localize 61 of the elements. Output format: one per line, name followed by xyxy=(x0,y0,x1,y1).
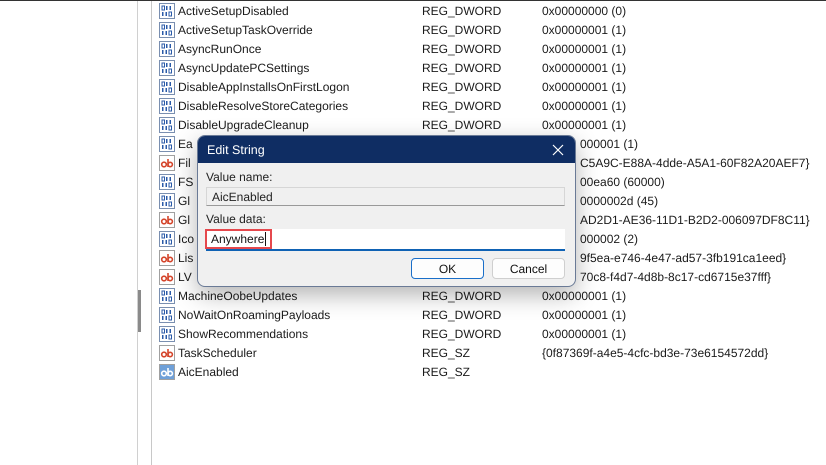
value-data: 70c8-f4d7-4d8b-8c17-cd6715e37fff} xyxy=(580,270,772,284)
value-name[interactable]: DisableAppInstallsOnFirstLogon xyxy=(178,80,350,94)
value-data: 0x00000001 (1) xyxy=(542,98,626,112)
value-data: 0x00000001 (1) xyxy=(542,42,626,56)
value-type: REG_DWORD xyxy=(422,60,502,74)
value-data: 0x00000001 (1) xyxy=(542,118,626,132)
value-data: 0x00000001 (1) xyxy=(542,326,626,340)
value-type: REG_DWORD xyxy=(422,118,502,132)
field-label: Value name: xyxy=(206,170,274,184)
value-type: REG_DWORD xyxy=(422,80,502,94)
value-name[interactable]: AsyncRunOnce xyxy=(178,42,262,56)
value-name[interactable]: AicEnabled xyxy=(178,364,239,378)
value-type: REG_SZ xyxy=(422,346,472,360)
cancel-button[interactable]: Cancel xyxy=(492,258,565,279)
dialog-title: Edit String xyxy=(207,142,265,156)
value-name[interactable]: ActiveSetupDisabled xyxy=(178,4,289,18)
highlight-frame: Anywhere xyxy=(205,229,272,249)
ok-button[interactable]: OK xyxy=(411,258,484,279)
scrollbar-thumb[interactable] xyxy=(138,290,141,332)
value-name[interactable]: Fil xyxy=(178,156,191,170)
value-name[interactable]: MachineOobeUpdates xyxy=(178,288,298,302)
value-type: REG_DWORD xyxy=(422,288,502,302)
value-name[interactable]: DisableResolveStoreCategories xyxy=(178,98,348,112)
value-data: C5A9C-E88A-4dde-A5A1-60F82A20AEF7} xyxy=(580,156,810,170)
value-data: 0000002d (45) xyxy=(580,194,658,208)
value-name[interactable]: Gl xyxy=(178,212,190,226)
value-name[interactable]: Gl xyxy=(178,194,190,208)
value-name[interactable]: AsyncUpdatePCSettings xyxy=(178,60,310,74)
value-data: 0x00000001 (1) xyxy=(542,60,626,74)
value-data: 0x00000001 (1) xyxy=(542,80,626,94)
value-data: AD2D1-AE36-11D1-B2D2-006097DF8C11} xyxy=(580,212,810,226)
value-type: REG_DWORD xyxy=(422,326,502,340)
value-name[interactable]: ActiveSetupTaskOverride xyxy=(178,22,313,36)
value-name[interactable]: FS xyxy=(178,174,194,188)
value-type: REG_DWORD xyxy=(422,22,502,36)
value-name[interactable]: Lis xyxy=(178,250,194,264)
value-data: 000002 (2) xyxy=(580,232,638,246)
value-name[interactable]: Ico xyxy=(178,232,194,246)
value-data-field[interactable]: Anywhere xyxy=(206,229,565,251)
value-name[interactable]: NoWaitOnRoamingPayloads xyxy=(178,308,330,322)
value-data: 00ea60 (60000) xyxy=(580,174,665,188)
value-data: 9f5ea-e746-4e47-ad57-3fb191ca1eed} xyxy=(580,250,786,264)
value-data: 0x00000001 (1) xyxy=(542,308,626,322)
value-name[interactable]: Ea xyxy=(178,136,193,150)
value-type: REG_DWORD xyxy=(422,4,502,18)
value-name-field[interactable]: AicEnabled xyxy=(206,187,565,206)
value-data: 0x00000000 (0) xyxy=(542,4,626,18)
value-data: 0x00000001 (1) xyxy=(542,22,626,36)
value-data: 000001 (1) xyxy=(580,136,638,150)
value-data: {0f87369f-a4e5-4cfc-bd3e-73e6154572dd} xyxy=(542,346,768,360)
value-type: REG_DWORD xyxy=(422,42,502,56)
value-type: REG_SZ xyxy=(422,364,472,378)
value-type: REG_DWORD xyxy=(422,98,502,112)
value-data: 0x00000001 (1) xyxy=(542,288,626,302)
close-icon xyxy=(551,142,565,156)
value-name[interactable]: TaskScheduler xyxy=(178,346,257,360)
value-name[interactable]: DisableUpgradeCleanup xyxy=(178,118,309,132)
value-name[interactable]: ShowRecommendations xyxy=(178,326,308,340)
value-name[interactable]: LV xyxy=(178,270,192,284)
field-label: Value data: xyxy=(206,212,267,226)
value-type: REG_DWORD xyxy=(422,308,502,322)
